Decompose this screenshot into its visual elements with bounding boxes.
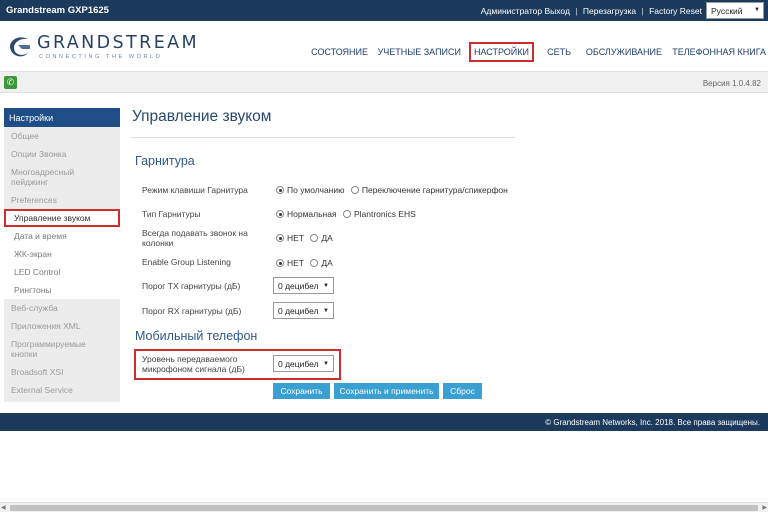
radio-no-label: НЕТ (287, 258, 304, 268)
sidebar-item-date-time[interactable]: Дата и время (4, 227, 120, 245)
reboot-link[interactable]: Перезагрузка (583, 6, 636, 16)
section-mobile-phone: Мобильный телефон (135, 329, 258, 343)
chevron-down-icon: ▼ (323, 308, 329, 314)
headset-type-radio-group: Нормальная Plantronics EHS (276, 209, 416, 219)
radio-no[interactable] (276, 234, 284, 242)
logout-link[interactable]: Выход (544, 6, 569, 16)
sidebar-item-external-service[interactable]: External Service (4, 381, 120, 399)
grandstream-logo[interactable]: GRANDSTREAM CONNECTING THE WORLD (6, 33, 206, 67)
radio-plantronics-label: Plantronics EHS (353, 209, 416, 219)
sidebar-item-led-control[interactable]: LED Control (4, 263, 120, 281)
radio-no-label: НЕТ (287, 233, 304, 243)
mic-level-select[interactable]: 0 децибел ▼ (273, 355, 334, 372)
header: GRANDSTREAM CONNECTING THE WORLD СОСТОЯН… (0, 21, 768, 71)
radio-no[interactable] (276, 259, 284, 267)
save-apply-button[interactable]: Сохранить и применить (334, 383, 439, 399)
admin-label: Администратор (480, 6, 543, 16)
horizontal-scrollbar[interactable]: ◀ ▶ (0, 502, 768, 512)
section-headset: Гарнитура (135, 154, 195, 168)
radio-toggle-headset-speaker[interactable] (350, 186, 359, 194)
sidebar-item-lcd[interactable]: ЖК-экран (4, 245, 120, 263)
scrollbar-thumb[interactable] (10, 505, 758, 511)
top-links: Администратор Выход | Перезагрузка | Fac… (481, 6, 702, 16)
tx-gain-label: Порог TX гарнитуры (дБ) (142, 281, 241, 291)
chevron-down-icon: ▼ (323, 361, 329, 367)
logo-tagline: CONNECTING THE WORLD (39, 54, 163, 60)
sidebar-item-general[interactable]: Общее (4, 127, 120, 145)
sidebar-item-ringtones[interactable]: Рингтоны (4, 281, 120, 299)
logo-swirl-icon (10, 37, 30, 57)
page-title: Управление звуком (132, 108, 272, 125)
sidebar-item-web-service[interactable]: Веб-служба (4, 299, 120, 317)
tx-gain-value: 0 децибел (278, 281, 319, 291)
sidebar-header[interactable]: Настройки (4, 108, 120, 127)
status-row: ✆ Версия 1.0.4.82 (0, 71, 768, 93)
factory-reset-link[interactable]: Factory Reset (649, 6, 702, 16)
radio-yes-label: ДА (321, 258, 333, 268)
sidebar-item-programmable-keys[interactable]: Программируемые кнопки (4, 335, 120, 363)
sidebar-item-audio-control[interactable]: Управление звуком (4, 209, 120, 227)
device-model: Grandstream GXP1625 (6, 5, 109, 16)
mic-level-label: Уровень передаваемого микрофоном сигнала… (142, 354, 245, 374)
radio-default[interactable] (276, 186, 284, 194)
scroll-right-icon[interactable]: ▶ (762, 504, 767, 511)
chevron-down-icon: ▼ (754, 7, 760, 13)
language-select[interactable]: Русский ▼ (706, 2, 764, 19)
chevron-down-icon: ▼ (323, 283, 329, 289)
copyright: © Grandstream Networks, Inc. 2018. Все п… (545, 418, 760, 427)
sidebar-item-call-features[interactable]: Опции Звонка (4, 145, 120, 163)
headset-key-mode-radio-group: По умолчанию Переключение гарнитура/спик… (276, 185, 508, 195)
headset-key-mode-label: Режим клавиши Гарнитура (142, 185, 248, 195)
separator: | (575, 6, 578, 16)
sidebar-item-preferences[interactable]: Preferences (4, 191, 120, 209)
firmware-version: Версия 1.0.4.82 (702, 79, 761, 88)
separator: | (641, 6, 644, 16)
divider (131, 137, 515, 138)
language-value: Русский (711, 6, 743, 16)
nav-status[interactable]: СОСТОЯНИЕ (311, 47, 368, 57)
sidebar-item-multicast-paging[interactable]: Многоадресный пейджинг (4, 163, 120, 191)
nav-phonebook[interactable]: ТЕЛЕФОННАЯ КНИГА (672, 47, 766, 57)
rx-gain-label: Порог RX гарнитуры (дБ) (142, 306, 242, 316)
radio-normal[interactable] (276, 210, 284, 218)
radio-yes[interactable] (310, 234, 319, 242)
radio-plantronics[interactable] (342, 210, 351, 218)
radio-yes-label: ДА (321, 233, 333, 243)
logo-brand: GRANDSTREAM (37, 33, 200, 53)
nav-network[interactable]: СЕТЬ (547, 47, 571, 57)
sidebar-item-xml-apps[interactable]: Приложения XML (4, 317, 120, 335)
group-listening-radio-group: НЕТ ДА (276, 258, 333, 268)
mic-level-value: 0 децибел (278, 359, 319, 369)
sidebar: Настройки Общее Опции Звонка Многоадресн… (4, 108, 120, 402)
tx-gain-select[interactable]: 0 децибел ▼ (273, 277, 334, 294)
nav-accounts[interactable]: УЧЕТНЫЕ ЗАПИСИ (378, 47, 461, 57)
group-listening-label: Enable Group Listening (142, 257, 231, 267)
headset-type-label: Тип Гарнитуры (142, 209, 201, 219)
always-ring-speaker-label: Всегда подавать звонок на колонки (142, 228, 248, 248)
phone-status-icon: ✆ (4, 76, 17, 89)
radio-yes[interactable] (310, 259, 319, 267)
sidebar-item-broadsoft-xsi[interactable]: Broadsoft XSI (4, 363, 120, 381)
save-button[interactable]: Сохранить (273, 383, 330, 399)
radio-toggle-label: Переключение гарнитура/спикерфон (361, 185, 508, 195)
rx-gain-select[interactable]: 0 децибел ▼ (273, 302, 334, 319)
reset-button[interactable]: Сброс (443, 383, 482, 399)
footer: © Grandstream Networks, Inc. 2018. Все п… (0, 413, 768, 431)
rx-gain-value: 0 децибел (278, 306, 319, 316)
nav-maintenance[interactable]: ОБСЛУЖИВАНИЕ (586, 47, 662, 57)
top-bar: Grandstream GXP1625 Администратор Выход … (0, 0, 768, 21)
radio-default-label: По умолчанию (287, 185, 345, 195)
nav-settings[interactable]: НАСТРОЙКИ (469, 42, 534, 62)
scroll-left-icon[interactable]: ◀ (1, 504, 6, 511)
radio-normal-label: Нормальная (287, 209, 337, 219)
always-ring-speaker-radio-group: НЕТ ДА (276, 233, 333, 243)
